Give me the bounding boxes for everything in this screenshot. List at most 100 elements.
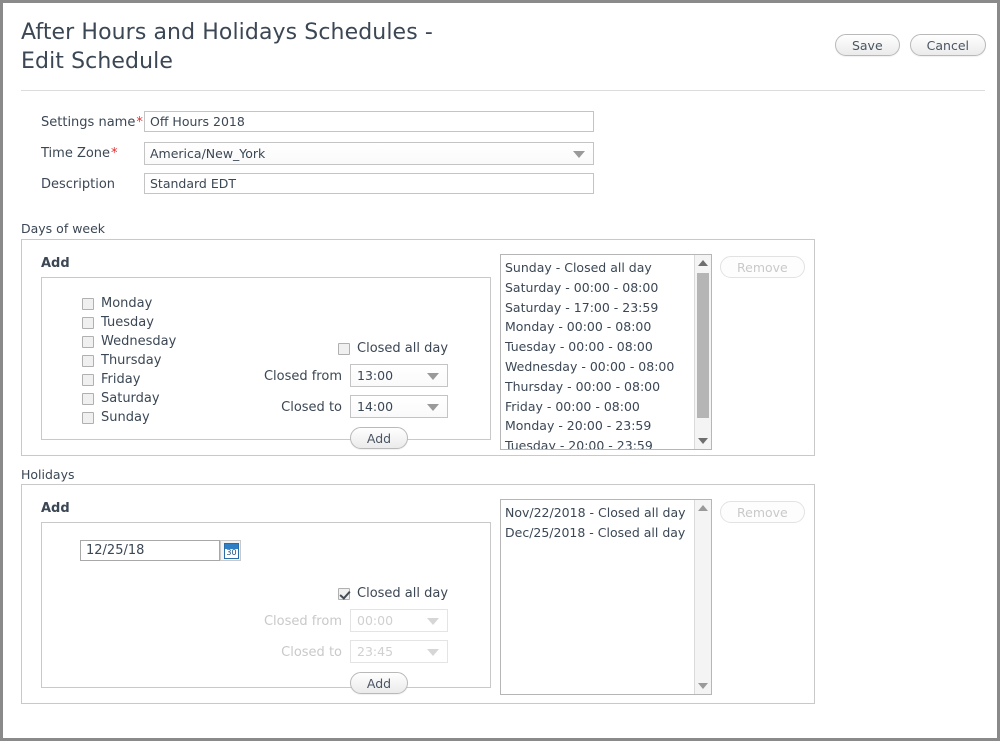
chevron-down-icon [573, 150, 585, 158]
days-closed-from-label: Closed from [263, 369, 342, 384]
holidays-closed-all-day-label: Closed all day [357, 586, 449, 601]
days-add-button[interactable]: Add [350, 427, 408, 449]
list-item[interactable]: Friday - 00:00 - 08:00 [505, 397, 694, 417]
checkbox-box [338, 342, 350, 355]
checkbox-box [82, 392, 94, 405]
time-zone-row: Time Zone* America/New_York [6, 142, 997, 173]
list-item[interactable]: Tuesday - 20:00 - 23:59 [505, 436, 694, 449]
application-window: After Hours and Holidays Schedules - Edi… [0, 0, 1000, 741]
days-closed-to-value: 14:00 [357, 399, 394, 414]
checkbox-box [82, 335, 94, 348]
days-add-label: Add [41, 256, 70, 271]
day-label: Sunday [101, 410, 150, 425]
holidays-entries-list: Nov/22/2018 - Closed all day Dec/25/2018… [501, 500, 694, 543]
day-checkbox-saturday[interactable]: Saturday [82, 391, 160, 406]
holidays-closed-from-select: 00:00 [350, 609, 448, 632]
holidays-add-panel: 12/25/18 30 Closed all day Closed from 0… [41, 522, 491, 694]
days-entries-list: Sunday - Closed all day Saturday - 00:00… [501, 255, 694, 449]
list-item[interactable]: Thursday - 00:00 - 08:00 [505, 377, 694, 397]
required-asterisk: * [136, 115, 143, 130]
description-label: Description [41, 177, 116, 192]
list-item[interactable]: Nov/22/2018 - Closed all day [505, 503, 694, 523]
list-item[interactable]: Saturday - 17:00 - 23:59 [505, 298, 694, 318]
calendar-glyph: 30 [224, 543, 239, 559]
days-list-scrollbar[interactable] [694, 255, 711, 449]
day-checkbox-sunday[interactable]: Sunday [82, 410, 150, 425]
holidays-entries-listbox[interactable]: Nov/22/2018 - Closed all day Dec/25/2018… [500, 499, 712, 695]
holidays-closed-from-value: 00:00 [357, 613, 394, 628]
holidays-add-label: Add [41, 501, 70, 516]
day-label: Thursday [101, 353, 162, 368]
scrollbar-thumb[interactable] [697, 273, 709, 418]
settings-name-input[interactable]: Off Hours 2018 [144, 111, 594, 132]
chevron-down-icon [427, 617, 439, 625]
list-item[interactable]: Monday - 00:00 - 08:00 [505, 317, 694, 337]
scroll-down-icon[interactable] [695, 678, 711, 694]
day-checkbox-friday[interactable]: Friday [82, 372, 140, 387]
day-label: Tuesday [101, 315, 154, 330]
cancel-button[interactable]: Cancel [909, 34, 986, 56]
calendar-icon[interactable]: 30 [220, 540, 241, 561]
scroll-up-icon[interactable] [695, 255, 711, 271]
checkbox-box [338, 587, 350, 600]
days-remove-button[interactable]: Remove [720, 256, 805, 278]
days-closed-from-select[interactable]: 13:00 [350, 364, 448, 387]
page-content: After Hours and Holidays Schedules - Edi… [6, 6, 997, 738]
days-of-week-section-label: Days of week [21, 221, 106, 236]
day-checkbox-thursday[interactable]: Thursday [82, 353, 161, 368]
page-title: After Hours and Holidays Schedules - Edi… [21, 20, 433, 74]
chevron-down-icon [427, 403, 439, 411]
day-label: Friday [101, 372, 141, 387]
checkbox-box [82, 411, 94, 424]
header-actions: Save Cancel [834, 34, 986, 56]
scroll-down-icon[interactable] [695, 433, 711, 449]
list-item[interactable]: Dec/25/2018 - Closed all day [505, 523, 694, 543]
list-item[interactable]: Wednesday - 00:00 - 08:00 [505, 357, 694, 377]
checkbox-box [82, 373, 94, 386]
holidays-closed-all-day-checkbox[interactable]: Closed all day [338, 586, 448, 601]
days-closed-to-select[interactable]: 14:00 [350, 395, 448, 418]
list-item[interactable]: Monday - 20:00 - 23:59 [505, 416, 694, 436]
scroll-up-icon[interactable] [695, 500, 711, 516]
description-input[interactable]: Standard EDT [144, 173, 594, 194]
days-closed-to-label: Closed to [281, 400, 342, 415]
settings-name-row: Settings name* Off Hours 2018 [6, 111, 997, 142]
holidays-section-label: Holidays [21, 467, 75, 482]
holidays-section: Add 12/25/18 30 Closed all day Closed fr… [21, 484, 815, 704]
list-item[interactable]: Saturday - 00:00 - 08:00 [505, 278, 694, 298]
holiday-date-input[interactable]: 12/25/18 [80, 540, 220, 561]
time-zone-value: America/New_York [150, 146, 266, 161]
days-of-week-section: Add Monday Tuesday Wednesday Thursday Fr… [21, 239, 815, 456]
day-checkbox-wednesday[interactable]: Wednesday [82, 334, 176, 349]
required-asterisk: * [111, 146, 118, 161]
holidays-remove-button[interactable]: Remove [720, 501, 805, 523]
day-checkbox-tuesday[interactable]: Tuesday [82, 315, 154, 330]
checkbox-box [82, 354, 94, 367]
checkbox-box [82, 297, 94, 310]
days-closed-all-day-label: Closed all day [357, 341, 449, 356]
list-item[interactable]: Tuesday - 00:00 - 08:00 [505, 337, 694, 357]
day-label: Saturday [101, 391, 160, 406]
time-zone-label: Time Zone* [41, 146, 118, 161]
chevron-down-icon [427, 648, 439, 656]
checkbox-box [82, 316, 94, 329]
day-label: Monday [101, 296, 153, 311]
holidays-closed-to-value: 23:45 [357, 644, 394, 659]
day-checkbox-monday[interactable]: Monday [82, 296, 152, 311]
holidays-list-scrollbar[interactable] [694, 500, 711, 694]
time-zone-select[interactable]: America/New_York [144, 142, 594, 165]
schedule-form: Settings name* Off Hours 2018 Time Zone*… [6, 111, 997, 204]
save-button[interactable]: Save [834, 34, 900, 56]
holidays-add-button[interactable]: Add [350, 672, 408, 694]
chevron-down-icon [427, 372, 439, 380]
page-header: After Hours and Holidays Schedules - Edi… [6, 6, 997, 91]
days-entries-listbox[interactable]: Sunday - Closed all day Saturday - 00:00… [500, 254, 712, 450]
description-row: Description Standard EDT [6, 173, 997, 204]
settings-name-label: Settings name* [41, 115, 143, 130]
list-item[interactable]: Sunday - Closed all day [505, 258, 694, 278]
days-closed-from-value: 13:00 [357, 368, 394, 383]
header-divider [21, 90, 985, 91]
days-closed-all-day-checkbox[interactable]: Closed all day [338, 341, 448, 356]
days-add-panel: Monday Tuesday Wednesday Thursday Friday… [41, 277, 491, 449]
holidays-closed-to-label: Closed to [281, 645, 342, 660]
